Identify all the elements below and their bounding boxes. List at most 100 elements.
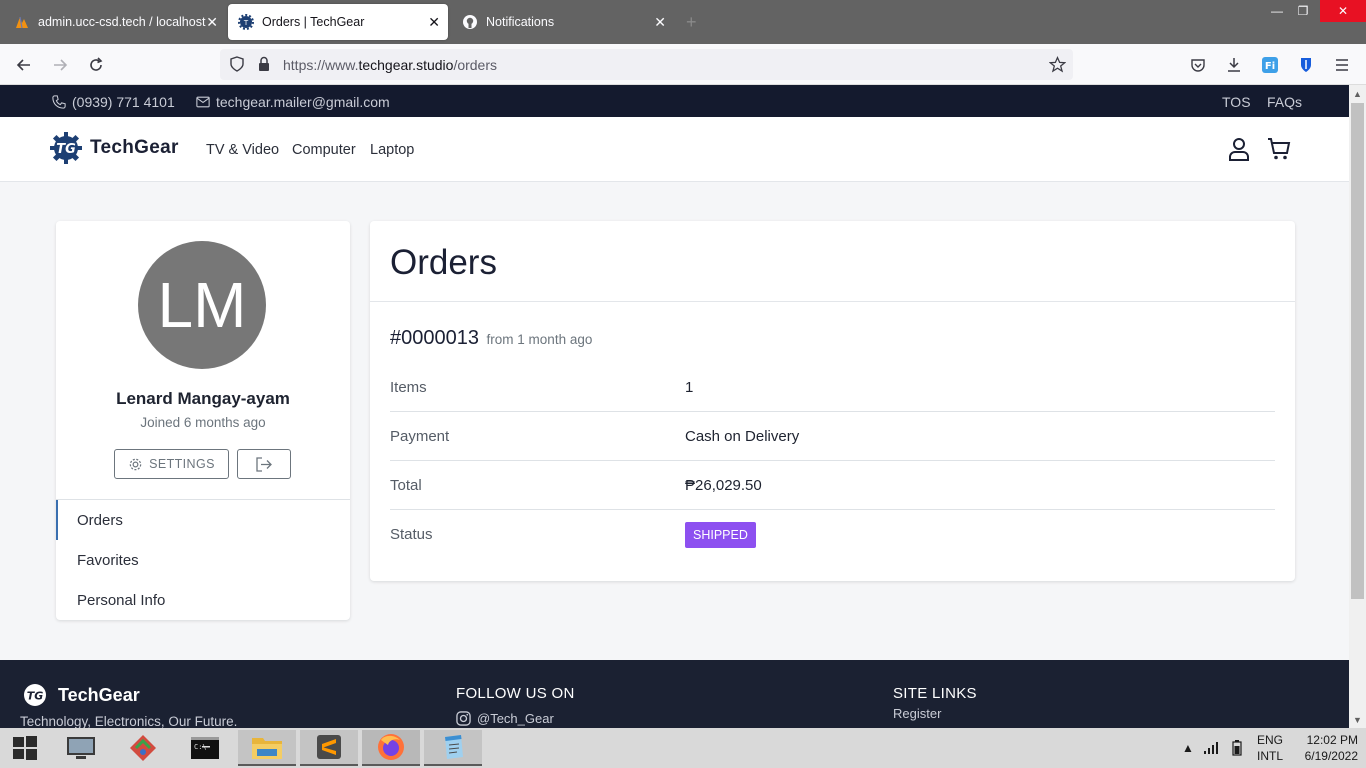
nav-computer[interactable]: Computer [292, 142, 356, 158]
faqs-link[interactable]: FAQs [1267, 94, 1302, 110]
new-tab-icon[interactable]: + [686, 12, 697, 33]
svg-text:Fi: Fi [1265, 61, 1275, 72]
profile-name: Lenard Mangay-ayam [116, 389, 290, 408]
forward-icon[interactable] [47, 52, 73, 78]
register-link[interactable]: Register [893, 706, 941, 721]
nav-tv-video[interactable]: TV & Video [206, 142, 279, 158]
close-tab-icon[interactable]: ✕ [428, 14, 440, 31]
network-icon[interactable] [1203, 728, 1219, 768]
back-icon[interactable] [11, 52, 37, 78]
instagram-link[interactable]: @Tech_Gear [456, 711, 554, 726]
url-bar[interactable]: https://www.techgear.studio/orders [220, 49, 1073, 80]
order-number[interactable]: #0000013 [390, 327, 479, 349]
divider [370, 301, 1295, 302]
site-header: TG TechGear TV & Video Computer Laptop [0, 117, 1349, 182]
menu-item-personal-info[interactable]: Personal Info [56, 580, 350, 620]
row-value: ₱26,029.50 [685, 476, 762, 494]
mail-icon [196, 96, 210, 108]
terminal-icon: C:\ [191, 737, 219, 759]
clock-time: 12:02 PM [1306, 733, 1358, 747]
taskbar-app-firefox[interactable] [362, 730, 420, 766]
footer-tagline: Technology, Electronics, Our Future. [20, 714, 238, 728]
taskbar-app-git[interactable] [114, 730, 172, 766]
scroll-up-icon[interactable]: ▲ [1349, 85, 1366, 102]
taskbar-app-explorer[interactable] [238, 730, 296, 766]
notepad-icon [445, 735, 463, 759]
firefox-icon [378, 734, 404, 760]
email-contact[interactable]: techgear.mailer@gmail.com [196, 94, 390, 110]
site-links-title: SITE LINKS [893, 685, 977, 702]
brand-logo[interactable]: TG TechGear [50, 132, 179, 164]
follow-title: FOLLOW US ON [456, 685, 575, 702]
close-tab-icon[interactable]: ✕ [654, 14, 666, 31]
bitwarden-icon[interactable] [1293, 52, 1319, 78]
windows-taskbar: C:\ ▲ ENG INTL 12:02 PM 6/19/2022 [0, 728, 1366, 768]
row-label: Payment [390, 427, 450, 445]
github-icon [462, 14, 478, 30]
clock[interactable]: 12:02 PM 6/19/2022 [1292, 728, 1358, 768]
language-indicator[interactable]: ENG INTL [1257, 728, 1283, 768]
instagram-icon [456, 711, 471, 726]
close-window-icon[interactable]: ✕ [1320, 0, 1366, 22]
clock-date: 6/19/2022 [1304, 749, 1358, 763]
faqs-link-label: FAQs [1267, 94, 1303, 110]
tab-admin[interactable]: admin.ucc-csd.tech / localhost ✕ [4, 4, 226, 40]
status-badge: SHIPPED [685, 521, 756, 548]
battery-icon[interactable] [1232, 728, 1242, 768]
lang-bottom: INTL [1257, 749, 1284, 763]
taskbar-app-monitor[interactable] [52, 730, 110, 766]
footer-brand[interactable]: TG TechGear [22, 682, 140, 708]
site-footer: TG TechGear Technology, Electronics, Our… [0, 660, 1349, 728]
phone-text: (0939) 771 4101 [72, 94, 175, 110]
order-age: from 1 month ago [486, 332, 593, 347]
scroll-down-icon[interactable]: ▼ [1349, 711, 1366, 728]
nav-laptop[interactable]: Laptop [370, 142, 414, 158]
lang-top: ENG [1257, 733, 1284, 747]
taskbar-app-sublime[interactable] [300, 730, 358, 766]
url-text: https://www.techgear.studio/orders [283, 57, 497, 73]
page-title: Orders [390, 243, 497, 282]
row-value: 1 [685, 378, 694, 396]
close-tab-icon[interactable]: ✕ [206, 14, 218, 31]
start-button[interactable] [0, 730, 50, 766]
browser-toolbar: https://www.techgear.studio/orders Fi [0, 44, 1366, 85]
tos-link[interactable]: TOS [1222, 94, 1251, 110]
url-prefix: https://www. [283, 56, 359, 73]
restore-icon[interactable]: ❐ [1288, 0, 1318, 22]
contact-strip: (0939) 771 4101 techgear.mailer@gmail.co… [0, 85, 1349, 117]
tray-overflow-icon[interactable]: ▲ [1182, 728, 1194, 768]
reload-icon[interactable] [83, 52, 109, 78]
taskbar-app-notepad[interactable] [424, 730, 482, 766]
browser-tab-bar: admin.ucc-csd.tech / localhost ✕ T Order… [0, 0, 1366, 44]
tracking-shield-icon[interactable] [229, 56, 245, 77]
svg-text:T: T [243, 19, 249, 27]
lock-icon[interactable] [257, 56, 271, 77]
settings-label: SETTINGS [149, 457, 215, 471]
downloads-icon[interactable] [1221, 52, 1247, 78]
bookmark-star-icon[interactable] [1048, 56, 1067, 78]
scroll-thumb[interactable] [1351, 103, 1364, 599]
order-row-status: Status SHIPPED [390, 510, 1275, 559]
phone-icon [52, 95, 66, 109]
tab-notifications[interactable]: Notifications ✕ [452, 4, 674, 40]
footer-brand-name: TechGear [58, 684, 140, 705]
page-content: (0939) 771 4101 techgear.mailer@gmail.co… [0, 85, 1349, 728]
page-scrollbar[interactable]: ▲ ▼ [1349, 85, 1366, 728]
pocket-icon[interactable] [1185, 52, 1211, 78]
logout-icon [256, 456, 272, 472]
menu-item-orders[interactable]: Orders [56, 500, 350, 540]
row-label: Status [390, 526, 433, 543]
menu-item-favorites[interactable]: Favorites [56, 540, 350, 580]
tab-orders[interactable]: T Orders | TechGear ✕ [228, 4, 448, 40]
user-icon[interactable] [1228, 137, 1250, 166]
taskbar-app-terminal[interactable]: C:\ [176, 730, 234, 766]
logout-button[interactable] [237, 449, 291, 479]
menu-icon[interactable] [1329, 52, 1355, 78]
sublime-text-icon [317, 735, 341, 759]
tos-link-label: TOS [1222, 94, 1251, 110]
fi-extension-icon[interactable]: Fi [1257, 52, 1283, 78]
phone-contact[interactable]: (0939) 771 4101 [52, 94, 175, 110]
cart-icon[interactable] [1267, 137, 1291, 166]
settings-button[interactable]: SETTINGS [114, 449, 229, 479]
folder-icon [252, 738, 282, 759]
